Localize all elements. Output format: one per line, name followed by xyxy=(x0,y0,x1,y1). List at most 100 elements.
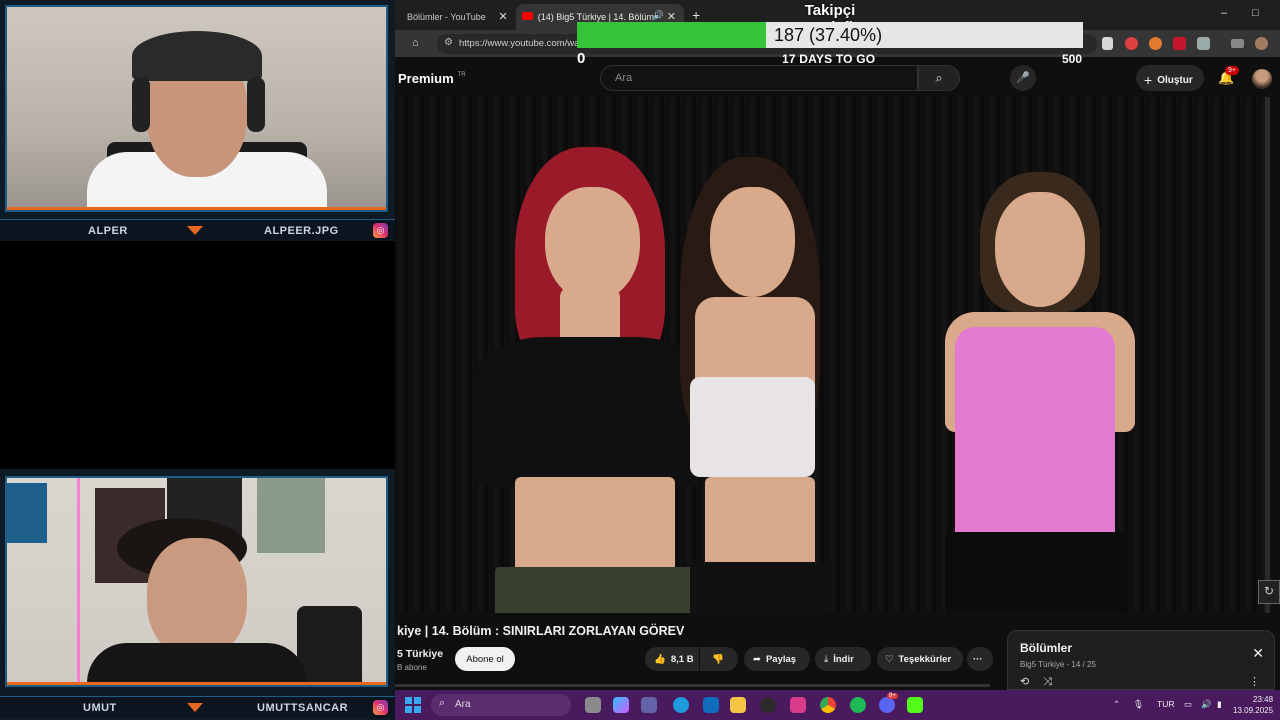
create-button[interactable]: + Oluştur xyxy=(1136,65,1204,91)
search-icon: ⌕ xyxy=(935,70,943,85)
speaker-icon[interactable]: 🔊 xyxy=(653,10,664,21)
battery-icon[interactable]: ▮ xyxy=(1217,699,1222,710)
outlook-icon[interactable] xyxy=(703,697,719,713)
led-strip-shape xyxy=(77,478,80,685)
teams-icon[interactable] xyxy=(641,697,657,713)
shield-icon[interactable] xyxy=(1102,37,1113,50)
like-button[interactable]: 👍 8,1 B xyxy=(645,647,699,671)
voice-search-button[interactable]: 🎤 xyxy=(1010,65,1036,91)
more-vert-icon[interactable]: ⋮ xyxy=(1249,675,1260,688)
download-label: İndir xyxy=(833,654,854,665)
share-label: Paylaş xyxy=(765,654,797,665)
playlist-subtitle[interactable]: Big5 Türkiye - 14 / 25 xyxy=(1020,660,1096,669)
shirt-shape xyxy=(87,643,307,685)
logo-text: Premium xyxy=(398,71,454,86)
thanks-label: Teşekkürler xyxy=(898,654,952,665)
discord-icon[interactable] xyxy=(879,697,895,713)
profile-icon[interactable] xyxy=(1255,37,1268,50)
windows-start-icon[interactable] xyxy=(405,697,421,713)
share-button[interactable]: ➦ Paylaş xyxy=(744,647,810,671)
youtube-favicon-icon xyxy=(521,12,533,20)
avatar[interactable] xyxy=(1252,69,1272,89)
webcam-top-nameplate: ALPER ALPEER.JPG ◎ xyxy=(0,219,395,241)
more-actions-button[interactable]: ··· xyxy=(967,647,993,671)
streamer-name: UMUT xyxy=(83,702,117,714)
shuffle-icon[interactable]: ⤨ xyxy=(1043,676,1066,688)
copilot-icon[interactable] xyxy=(613,697,629,713)
notification-badge: 9+ xyxy=(1225,66,1239,75)
site-info-icon[interactable]: ⚙ xyxy=(444,37,453,48)
video-player[interactable] xyxy=(395,97,1270,613)
instagram-icon: ◎ xyxy=(373,700,388,715)
kick-icon[interactable] xyxy=(907,697,923,713)
tab-bolumler[interactable]: Bölümler - YouTube ✕ xyxy=(395,4,516,30)
goal-min-label: 0 xyxy=(577,50,586,67)
video-title: kiye | 14. Bölüm : SINIRLARI ZORLAYAN GÖ… xyxy=(397,624,685,638)
channel-name[interactable]: 5 Türkiye xyxy=(397,648,443,660)
playlist-title[interactable]: Bölümler xyxy=(1020,641,1072,655)
microphone-icon[interactable]: 🎙 xyxy=(1133,699,1144,710)
search-icon: ⌕ xyxy=(439,697,446,709)
webcam-bottom-nameplate: UMUT UMUTTSANCAR ◎ xyxy=(0,696,395,718)
file-explorer-icon[interactable] xyxy=(730,697,746,713)
poster-shape xyxy=(257,478,325,553)
loop-icon[interactable]: ⟲ xyxy=(1020,676,1043,688)
puzzle-icon[interactable] xyxy=(1197,37,1210,50)
youtube-logo[interactable]: Premium TR xyxy=(398,71,466,86)
extension-orange-icon[interactable] xyxy=(1149,37,1162,50)
network-icon[interactable]: ▭ xyxy=(1184,699,1192,710)
triangle-icon xyxy=(187,226,203,235)
microphone-icon: 🎤 xyxy=(1016,72,1030,84)
discord-badge: 9+ xyxy=(887,693,898,699)
thanks-button[interactable]: ♡ Teşekkürler xyxy=(877,647,963,671)
goal-days-left: 17 DAYS TO GO xyxy=(782,52,876,66)
download-button[interactable]: ⤓ İndir xyxy=(815,647,871,671)
extension-u-icon[interactable] xyxy=(1173,37,1186,50)
app-icon[interactable] xyxy=(760,697,776,713)
playlist-panel: Bölümler Big5 Türkiye - 14 / 25 ✕ ⟲⤨ ⋮ xyxy=(1007,630,1275,690)
empty-area xyxy=(0,241,395,469)
language-indicator[interactable]: TUR xyxy=(1157,699,1174,709)
close-icon[interactable]: ✕ xyxy=(1252,645,1264,662)
close-icon[interactable]: ✕ xyxy=(499,10,508,23)
poster-shape xyxy=(7,483,47,543)
webcam-top-video xyxy=(5,5,388,212)
taskbar-search[interactable]: ⌕ Ara xyxy=(431,694,571,716)
volume-icon[interactable]: 🔊 xyxy=(1201,699,1212,710)
chevron-up-icon[interactable]: ⌃ xyxy=(1113,699,1120,710)
subscribe-button[interactable]: Abone ol xyxy=(455,647,515,671)
screen: Bölümler - YouTube ✕ (14) Big5 Türkiye |… xyxy=(0,0,1280,720)
create-label: Oluştur xyxy=(1157,75,1193,86)
thumbs-up-icon: 👍 xyxy=(654,654,666,665)
home-icon[interactable]: ⌂ xyxy=(412,37,424,49)
taskbar: ⌕ Ara 9+ ⌃ 🎙 TUR ▭ 🔊 ▮ 23:48 13.09.2025 xyxy=(395,690,1280,720)
search-input[interactable]: Ara xyxy=(600,65,918,91)
new-tab-button[interactable]: + xyxy=(692,7,700,23)
clock[interactable]: 23:48 13.09.2025 xyxy=(1233,694,1273,716)
notifications-button[interactable]: 🔔 9+ xyxy=(1218,66,1239,86)
menu-list-icon[interactable] xyxy=(1231,39,1244,48)
spotify-icon[interactable] xyxy=(850,697,866,713)
search-placeholder: Ara xyxy=(615,72,633,84)
clock-time: 23:48 xyxy=(1253,695,1274,704)
streamer-handle: UMUTTSANCAR xyxy=(257,702,349,714)
chrome-icon[interactable] xyxy=(820,697,836,713)
taskbar-search-placeholder: Ara xyxy=(455,699,471,710)
dislike-button[interactable]: 👎 xyxy=(700,647,738,671)
video-scrollbar xyxy=(1265,97,1270,613)
task-view-icon[interactable] xyxy=(585,697,601,713)
minimize-button[interactable]: – xyxy=(1221,7,1227,19)
face-shape xyxy=(147,538,247,658)
tab-label: (14) Big5 Türkiye | 14. Bölüm xyxy=(537,12,654,22)
like-count: 8,1 B xyxy=(670,654,694,665)
subscriber-count: B abone xyxy=(397,663,427,672)
edge-icon[interactable] xyxy=(673,697,689,713)
extension-red-icon[interactable] xyxy=(1125,37,1138,50)
heart-dollar-icon: ♡ xyxy=(885,654,894,665)
search-button[interactable]: ⌕ xyxy=(918,65,960,91)
maximize-button[interactable]: □ xyxy=(1252,7,1259,19)
streamer-name: ALPER xyxy=(88,225,128,237)
plus-icon: + xyxy=(1144,72,1153,88)
thumbs-down-icon: 👎 xyxy=(712,654,724,665)
app-icon[interactable] xyxy=(790,697,806,713)
